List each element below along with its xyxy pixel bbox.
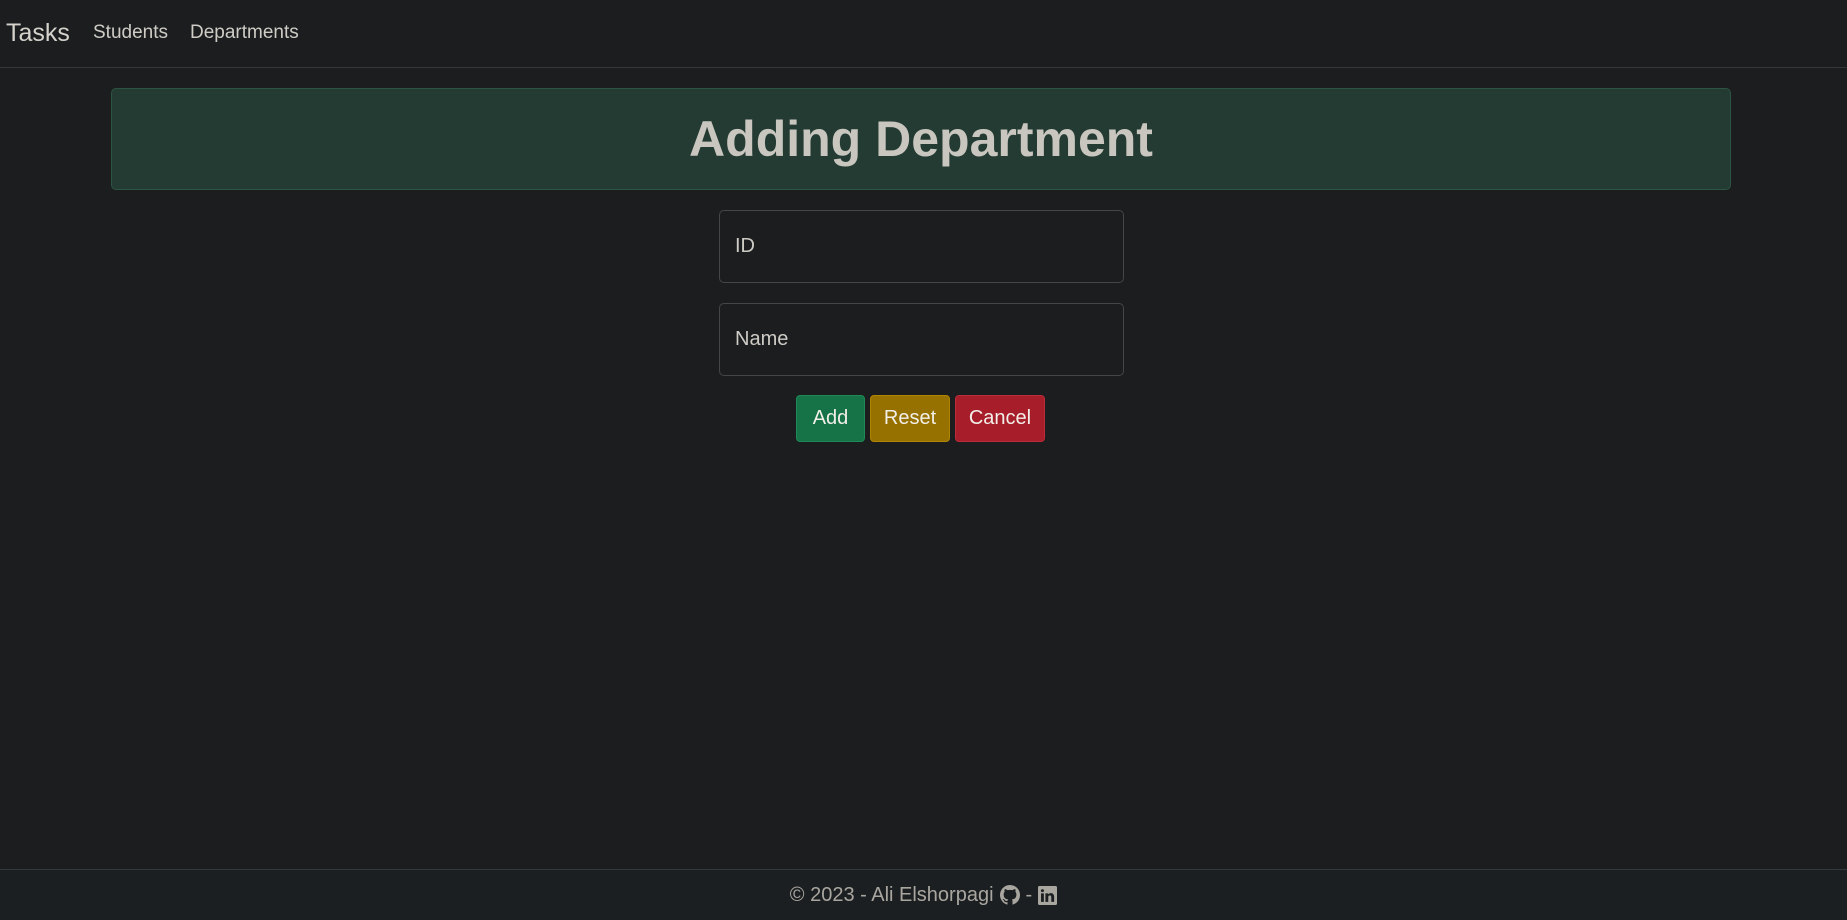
nav-link-departments[interactable]: Departments <box>190 21 299 45</box>
name-input[interactable] <box>719 303 1124 376</box>
github-icon[interactable] <box>999 885 1020 905</box>
page-title: Adding Department <box>689 111 1153 167</box>
top-navbar: Tasks Students Departments <box>0 0 1847 68</box>
id-input[interactable] <box>719 210 1124 283</box>
cancel-button[interactable]: Cancel <box>955 395 1045 442</box>
footer-copyright: © 2023 - Ali Elshorpagi <box>789 883 994 906</box>
brand-link[interactable]: Tasks <box>6 18 70 48</box>
add-button[interactable]: Add <box>796 395 865 442</box>
linkedin-icon[interactable] <box>1038 885 1058 905</box>
reset-button[interactable]: Reset <box>870 395 950 442</box>
footer: © 2023 - Ali Elshorpagi - <box>0 869 1847 920</box>
nav-link-students[interactable]: Students <box>93 21 168 45</box>
page-title-banner: Adding Department <box>111 88 1731 190</box>
footer-separator: - <box>1025 883 1033 906</box>
